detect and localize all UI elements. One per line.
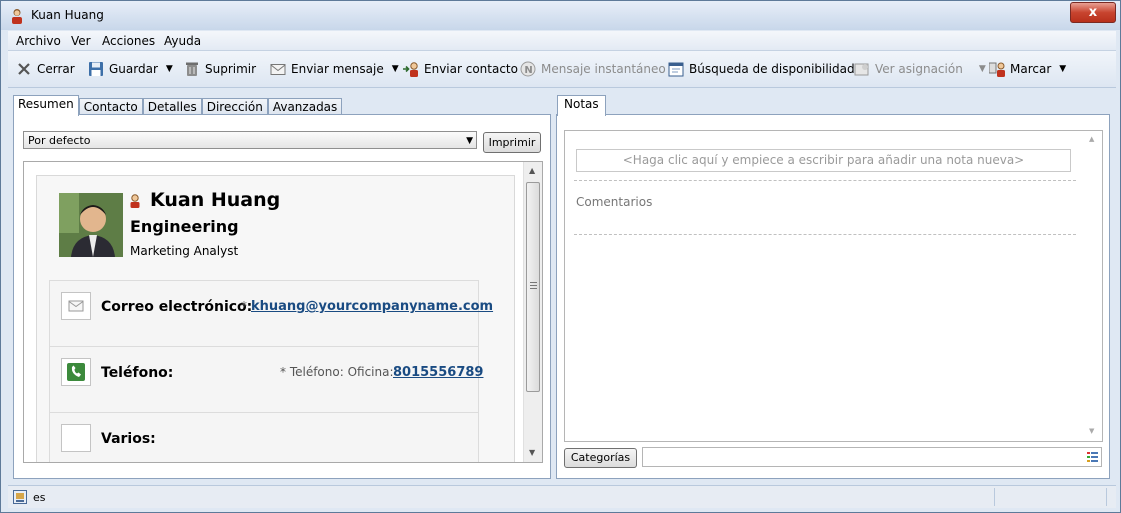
send-message-dropdown-arrow-icon[interactable]: ▼ bbox=[392, 64, 399, 74]
notes-scrollbar[interactable]: ▲ ▼ bbox=[1085, 131, 1101, 439]
new-note-input[interactable]: <Haga clic aquí y empiece a escribir par… bbox=[576, 149, 1071, 172]
save-dropdown-arrow-icon[interactable]: ▼ bbox=[166, 64, 173, 74]
close-window-button[interactable]: x bbox=[1070, 2, 1116, 23]
svg-text:N: N bbox=[524, 65, 532, 76]
contact-person-icon bbox=[12, 9, 22, 24]
notes-scroll-down-arrow-icon[interactable]: ▼ bbox=[1089, 427, 1094, 435]
notes-separator-2 bbox=[574, 234, 1076, 235]
phone-section: Teléfono: * Teléfono: Oficina: 801555678… bbox=[49, 346, 483, 414]
notes-separator-1 bbox=[574, 180, 1076, 181]
dial-dropdown-arrow-icon[interactable]: ▼ bbox=[1059, 64, 1066, 74]
contact-job-title: Marketing Analyst bbox=[130, 244, 239, 258]
view-assignment-icon bbox=[854, 61, 870, 77]
scrollbar-thumb[interactable] bbox=[526, 182, 540, 392]
misc-label: Varios: bbox=[101, 431, 156, 447]
send-contact-icon bbox=[403, 61, 419, 77]
phone-label: Teléfono: bbox=[101, 365, 174, 381]
availability-search-button[interactable]: Búsqueda de disponibilidad bbox=[668, 60, 855, 78]
menu-bar: Archivo Ver Acciones Ayuda bbox=[8, 31, 1116, 51]
status-divider-2 bbox=[1106, 488, 1107, 506]
menu-ayuda[interactable]: Ayuda bbox=[164, 34, 201, 48]
close-button[interactable]: Cerrar bbox=[16, 60, 75, 78]
send-message-button[interactable]: Enviar mensaje ▼ bbox=[270, 60, 399, 78]
misc-section: Varios: bbox=[49, 412, 479, 462]
title-bar: Kuan Huang x bbox=[1, 1, 1120, 30]
window-title: Kuan Huang bbox=[31, 8, 104, 22]
view-assignment-button[interactable]: Ver asignación ▼ bbox=[854, 60, 986, 78]
right-tab-strip: Notas bbox=[557, 95, 606, 116]
status-language: es bbox=[33, 491, 46, 504]
contact-department: Engineering bbox=[130, 217, 239, 236]
print-button[interactable]: Imprimir bbox=[483, 132, 541, 153]
dial-contact-icon bbox=[988, 61, 1005, 77]
send-contact-button[interactable]: Enviar contacto bbox=[403, 60, 518, 78]
notes-area[interactable] bbox=[564, 130, 1103, 442]
scroll-down-arrow-icon[interactable]: ▼ bbox=[529, 448, 535, 457]
tab-notas[interactable]: Notas bbox=[557, 95, 606, 116]
menu-ver[interactable]: Ver bbox=[71, 34, 91, 48]
dial-button[interactable]: Marcar ▼ bbox=[988, 60, 1066, 78]
email-section: Correo electrónico: * khuang@yourcompany… bbox=[49, 280, 493, 348]
categories-color-list-icon[interactable] bbox=[1087, 452, 1098, 462]
phone-link[interactable]: 8015556789 bbox=[393, 365, 483, 380]
email-link[interactable]: khuang@yourcompanyname.com bbox=[251, 299, 493, 314]
view-select[interactable]: Por defecto ▼ bbox=[23, 131, 477, 149]
contact-photo bbox=[59, 193, 123, 257]
notes-scroll-up-arrow-icon[interactable]: ▲ bbox=[1089, 135, 1094, 143]
calendar-search-icon bbox=[668, 61, 684, 77]
left-tab-strip: Resumen Contacto Detalles Dirección Avan… bbox=[13, 95, 343, 116]
close-x-icon bbox=[16, 61, 32, 77]
categories-button[interactable]: Categorías bbox=[564, 448, 637, 468]
status-contact-card-icon bbox=[13, 490, 27, 504]
menu-archivo[interactable]: Archivo bbox=[16, 34, 61, 48]
contact-window: Kuan Huang x Archivo Ver Acciones Ayuda … bbox=[0, 0, 1121, 513]
contact-card-viewport: Kuan Huang Engineering Marketing Analyst… bbox=[23, 161, 543, 463]
email-label: Correo electrónico: bbox=[101, 299, 253, 315]
email-envelope-icon bbox=[61, 292, 91, 320]
contact-photo-portrait bbox=[59, 193, 123, 257]
contact-name: Kuan Huang bbox=[150, 189, 281, 211]
misc-blank-icon bbox=[61, 424, 91, 452]
save-button[interactable]: Guardar ▼ bbox=[88, 60, 173, 78]
scroll-up-arrow-icon[interactable]: ▲ bbox=[529, 166, 535, 175]
comments-label: Comentarios bbox=[576, 195, 653, 209]
phone-type-label: * Teléfono: Oficina: bbox=[280, 365, 394, 379]
floppy-disk-icon bbox=[88, 61, 104, 77]
contact-status-person-icon bbox=[130, 194, 140, 208]
categories-field[interactable] bbox=[642, 447, 1102, 467]
trash-can-icon bbox=[184, 61, 200, 77]
phone-icon bbox=[61, 358, 91, 386]
envelope-icon bbox=[270, 61, 286, 77]
view-select-arrow-icon: ▼ bbox=[466, 136, 473, 146]
delete-button[interactable]: Suprimir bbox=[184, 60, 256, 78]
instant-message-n-icon: N bbox=[520, 61, 536, 77]
toolbar: Cerrar Guardar ▼ Suprimir Enviar mensaje… bbox=[8, 51, 1116, 88]
menu-acciones[interactable]: Acciones bbox=[102, 34, 155, 48]
view-assignment-dropdown-arrow-icon[interactable]: ▼ bbox=[979, 64, 986, 74]
instant-message-button[interactable]: N Mensaje instantáneo bbox=[520, 60, 666, 78]
email-marker: * bbox=[241, 299, 247, 313]
contact-card-scrollbar[interactable]: ▲ ▼ bbox=[523, 162, 542, 462]
contact-card: Kuan Huang Engineering Marketing Analyst… bbox=[36, 175, 515, 462]
status-bar: es bbox=[8, 485, 1116, 508]
tab-resumen[interactable]: Resumen bbox=[13, 95, 79, 116]
status-divider bbox=[994, 488, 995, 506]
